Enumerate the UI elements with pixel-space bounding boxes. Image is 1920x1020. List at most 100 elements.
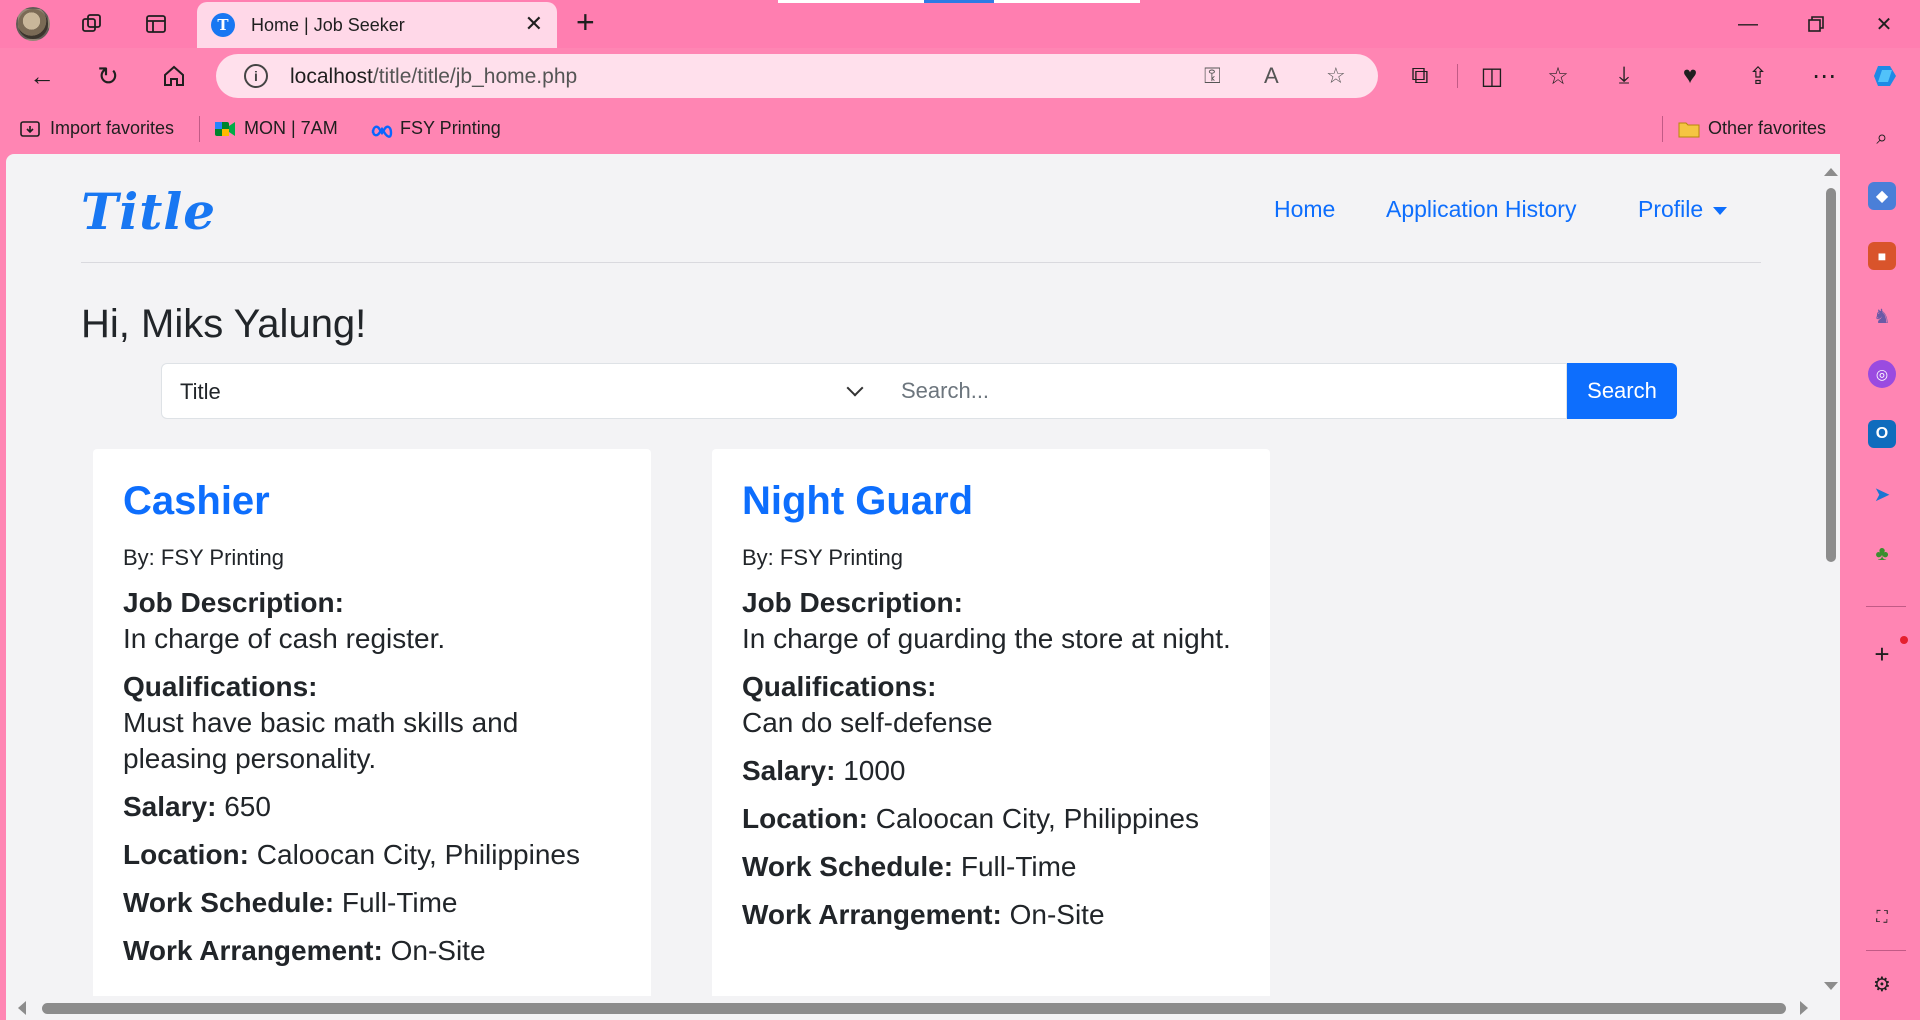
share-icon[interactable]: ⇪ [1740,58,1776,94]
back-icon[interactable]: ← [24,58,60,94]
location-value: Caloocan City, Philippines [256,839,580,870]
home-icon[interactable] [156,58,192,94]
password-key-icon[interactable]: ⚿ [1204,63,1221,89]
edge-sidebar: ⌕ ◆ ■ ♞ ◎ O ➤ ♣ + ⛶ ⚙ [1850,104,1920,1020]
job-description: In charge of cash register. [123,623,446,654]
horizontal-scroll-thumb[interactable] [42,1003,1786,1014]
more-options-icon[interactable]: ⋯ [1806,58,1842,94]
bookmark-fsy-label: FSY Printing [400,118,501,138]
profile-avatar[interactable] [16,7,50,41]
navbar-divider [81,262,1761,263]
copilot-icon[interactable] [1868,58,1904,94]
job-company: By: FSY Printing [742,545,903,570]
job-title-link[interactable]: Night Guard [742,479,973,524]
site-info-icon[interactable]: i [244,64,268,88]
search-filter-select[interactable]: Title [161,363,884,419]
qualifications: Must have basic math skills and pleasing… [123,707,519,774]
location-value: Caloocan City, Philippines [875,803,1199,834]
location-label: Location: [742,803,868,834]
games-chess-icon[interactable]: ♞ [1868,302,1896,330]
meet-icon [214,119,236,139]
active-tab[interactable]: T Home | Job Seeker ✕ [197,2,557,48]
address-bar[interactable]: i localhost/title/title/jb_home.php ⚿ A … [216,54,1378,98]
nav-home[interactable]: Home [1274,196,1335,223]
nav-application-history[interactable]: Application History [1386,196,1576,223]
bookmark-mon[interactable]: MON | 7AM [214,118,338,139]
split-screen-icon[interactable]: ◫ [1474,58,1510,94]
settings-gear-icon[interactable]: ⚙ [1868,970,1896,998]
browser-essentials-icon[interactable]: ♥ [1672,58,1708,94]
tools-briefcase-icon[interactable]: ■ [1868,242,1896,270]
salary-value: 1000 [843,755,906,786]
bookmark-divider [1662,116,1663,142]
minimize-icon[interactable]: — [1728,8,1768,40]
qualifications-label: Qualifications: [123,671,318,702]
job-details: Job Description: In charge of guarding t… [742,585,1242,945]
scroll-right-arrow[interactable] [1800,1001,1808,1015]
read-aloud-icon[interactable]: A [1264,63,1279,89]
bookmark-fsy[interactable]: FSY Printing [370,118,501,139]
extensions-icon[interactable]: ⧉ [1402,58,1438,94]
other-favorites-folder[interactable]: Other favorites [1678,118,1826,139]
restore-icon[interactable] [1796,8,1836,40]
salary-label: Salary: [123,791,217,822]
arrangement-value: On-Site [390,935,486,966]
downloads-icon[interactable]: ⤓ [1606,58,1642,94]
sidebar-divider [1866,606,1906,607]
sidebar-divider [1866,950,1906,951]
filter-selected-value: Title [180,379,221,404]
workspaces-icon[interactable] [76,8,108,40]
loading-indicator [778,0,1140,3]
bookmark-divider [199,116,200,142]
shopping-tag-icon[interactable]: ◆ [1868,182,1896,210]
tab-bar: T Home | Job Seeker ✕ + — ✕ [0,0,1920,48]
tree-icon[interactable]: ♣ [1868,540,1896,568]
import-favorites-link[interactable]: Import favorites [20,118,174,139]
tab-title: Home | Job Seeker [251,15,405,35]
horizontal-scrollbar[interactable] [6,996,1840,1020]
arrangement-label: Work Arrangement: [742,899,1002,930]
job-card: Night Guard By: FSY Printing Job Descrip… [712,449,1270,1020]
screenshot-icon[interactable]: ⛶ [1868,904,1896,932]
greeting-heading: Hi, Miks Yalung! [81,302,367,346]
close-window-icon[interactable]: ✕ [1864,8,1904,40]
tab-actions-icon[interactable] [140,8,172,40]
scroll-down-arrow[interactable] [1824,982,1838,990]
refresh-icon[interactable]: ↻ [90,58,126,94]
schedule-value: Full-Time [960,851,1077,882]
search-icon[interactable]: ⌕ [1868,124,1896,152]
vertical-scrollbar[interactable] [1820,154,1840,994]
caret-down-icon [1713,206,1728,215]
copilot-apps-icon[interactable]: ◎ [1868,360,1896,388]
arrangement-label: Work Arrangement: [123,935,383,966]
job-title-link[interactable]: Cashier [123,479,270,524]
other-favorites-label: Other favorites [1708,118,1827,138]
toolbar-divider [1457,64,1458,88]
page-viewport: Title Home Application History Profile H… [6,154,1840,1020]
outlook-icon[interactable]: O [1868,420,1896,448]
scroll-up-arrow[interactable] [1824,168,1838,176]
job-description: In charge of guarding the store at night… [742,623,1231,654]
new-tab-button[interactable]: + [576,6,595,38]
favorite-star-icon[interactable]: ☆ [1326,63,1346,89]
favorites-bar: Import favorites MON | 7AM FSY Printing … [0,104,1870,154]
search-button[interactable]: Search [1567,363,1677,419]
scroll-left-arrow[interactable] [18,1001,26,1015]
browser-toolbar: ← ↻ i localhost/title/title/jb_home.php … [0,48,1920,104]
schedule-value: Full-Time [341,887,458,918]
job-details: Job Description: In charge of cash regis… [123,585,623,981]
vertical-scroll-thumb[interactable] [1826,188,1836,562]
folder-icon [1678,119,1700,139]
close-tab-icon[interactable]: ✕ [525,11,543,37]
search-form: Title Search [161,363,1677,419]
arrangement-value: On-Site [1009,899,1105,930]
site-logo[interactable]: Title [81,182,216,241]
salary-label: Salary: [742,755,836,786]
url-text[interactable]: localhost/title/title/jb_home.php [290,65,577,89]
send-plane-icon[interactable]: ➤ [1868,480,1896,508]
chevron-down-icon [846,379,864,397]
favorites-icon[interactable]: ☆ [1540,58,1576,94]
search-input[interactable] [883,363,1567,419]
nav-profile-dropdown[interactable]: Profile [1638,196,1728,223]
add-sidebar-icon[interactable]: + [1868,639,1896,669]
